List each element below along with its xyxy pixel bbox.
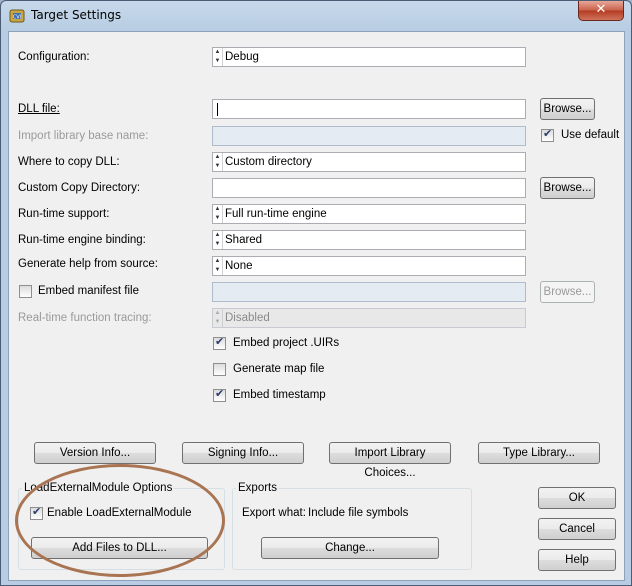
cancel-button[interactable]: Cancel — [538, 518, 616, 540]
where-to-copy-select[interactable]: ▲ ▼ Custom directory — [212, 152, 526, 172]
spin-arrows-icon: ▲ ▼ — [213, 48, 223, 66]
use-default-checkbox[interactable] — [541, 127, 554, 142]
export-what-value: Include file symbols — [308, 507, 409, 519]
realtime-tracing-select[interactable]: ▲ ▼ Disabled — [212, 308, 526, 328]
generate-help-select[interactable]: ▲ ▼ None — [212, 256, 526, 276]
use-default-label: Use default — [561, 129, 620, 141]
spin-arrows-icon: ▲ ▼ — [213, 309, 223, 327]
import-library-input[interactable] — [212, 126, 526, 146]
configuration-select[interactable]: ▲ ▼ Debug — [212, 47, 526, 67]
generate-map-label: Generate map file — [233, 363, 325, 375]
spin-arrows-icon: ▲ ▼ — [213, 153, 223, 171]
version-info-button[interactable]: Version Info... — [34, 442, 156, 464]
custom-copy-dir-label: Custom Copy Directory: — [18, 182, 141, 194]
spin-arrows-icon: ▲ ▼ — [213, 205, 223, 223]
spin-arrows-icon: ▲ ▼ — [213, 257, 223, 275]
help-button[interactable]: Help — [538, 549, 616, 571]
embed-manifest-label: Embed manifest file — [38, 285, 139, 297]
embed-timestamp-checkbox[interactable] — [213, 387, 226, 402]
spin-arrows-icon: ▲ ▼ — [213, 231, 223, 249]
runtime-support-label: Run-time support: — [18, 208, 110, 220]
type-library-button[interactable]: Type Library... — [478, 442, 600, 464]
runtime-binding-select[interactable]: ▲ ▼ Shared — [212, 230, 526, 250]
embed-manifest-checkbox[interactable] — [19, 285, 32, 298]
target-settings-window: CVI Target Settings ✕ Configuration: ▲ ▼ … — [0, 0, 632, 586]
exports-group-title: Exports — [236, 482, 279, 494]
text-cursor — [217, 103, 218, 116]
title-bar[interactable]: CVI Target Settings ✕ — [1, 1, 631, 31]
dialog-body: Configuration: ▲ ▼ Debug DLL file: Browse… — [8, 31, 625, 581]
ok-button[interactable]: OK — [538, 487, 616, 509]
runtime-support-select[interactable]: ▲ ▼ Full run-time engine — [212, 204, 526, 224]
embed-manifest-browse-button[interactable]: Browse... — [540, 281, 595, 303]
runtime-binding-label: Run-time engine binding: — [18, 234, 146, 246]
signing-info-button[interactable]: Signing Info... — [182, 442, 304, 464]
close-button[interactable]: ✕ — [578, 1, 624, 21]
dll-file-input[interactable] — [212, 99, 526, 119]
where-to-copy-label: Where to copy DLL: — [18, 156, 120, 168]
embed-timestamp-label: Embed timestamp — [233, 389, 326, 401]
custom-copy-dir-browse-button[interactable]: Browse... — [540, 177, 595, 199]
import-library-choices-button[interactable]: Import Library Choices... — [329, 442, 451, 479]
window-title: Target Settings — [31, 8, 122, 22]
enable-load-external-label: Enable LoadExternalModule — [47, 507, 192, 519]
embed-manifest-input[interactable] — [212, 282, 526, 302]
load-external-group-title: LoadExternalModule Options — [22, 482, 175, 494]
change-exports-button[interactable]: Change... — [261, 537, 439, 559]
add-files-to-dll-button[interactable]: Add Files to DLL... — [31, 537, 208, 559]
embed-uirs-checkbox[interactable] — [213, 335, 226, 350]
dll-file-label: DLL file: — [18, 103, 60, 115]
export-what-label: Export what: — [242, 507, 306, 519]
realtime-tracing-label: Real-time function tracing: — [18, 312, 152, 324]
dll-file-browse-button[interactable]: Browse... — [540, 98, 595, 120]
generate-map-checkbox[interactable] — [213, 363, 226, 376]
embed-uirs-label: Embed project .UIRs — [233, 337, 340, 349]
custom-copy-dir-input[interactable] — [212, 178, 526, 198]
app-icon: CVI — [9, 9, 25, 23]
enable-load-external-checkbox[interactable] — [30, 505, 43, 520]
svg-text:CVI: CVI — [13, 15, 21, 21]
configuration-label: Configuration: — [18, 51, 90, 63]
import-library-label: Import library base name: — [18, 130, 149, 142]
generate-help-label: Generate help from source: — [18, 258, 158, 270]
